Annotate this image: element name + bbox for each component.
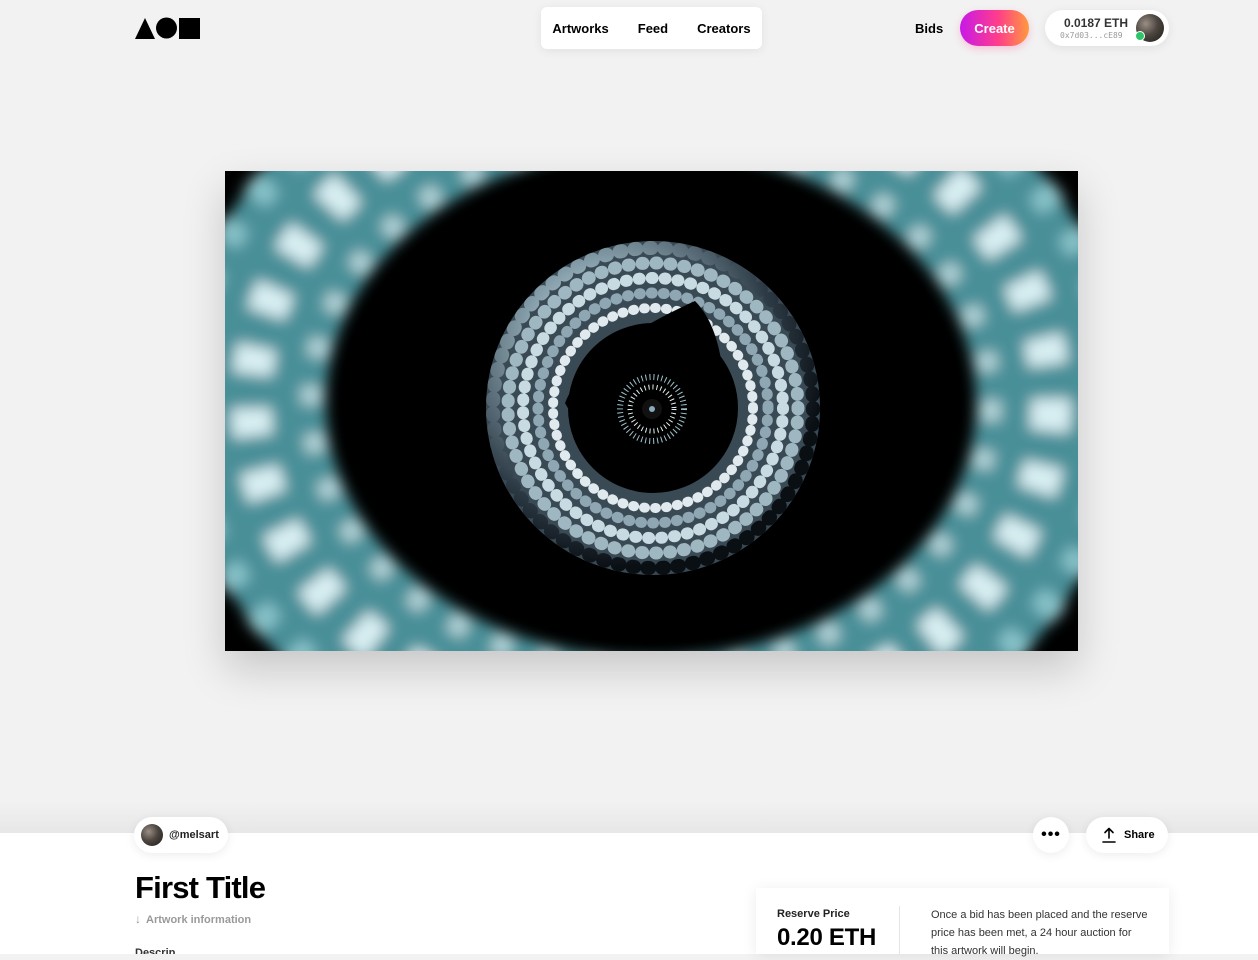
logo-circle — [156, 17, 177, 39]
artwork-info-link[interactable]: ↓ Artwork information — [135, 912, 251, 926]
share-button[interactable]: Share — [1086, 817, 1168, 853]
creator-handle: @melsart — [169, 829, 219, 841]
bids-link[interactable]: Bids — [915, 21, 943, 36]
auction-note: Once a bid has been placed and the reser… — [931, 909, 1148, 957]
nav-creators[interactable]: Creators — [697, 21, 750, 36]
nav-feed[interactable]: Feed — [638, 21, 668, 36]
card-divider — [899, 906, 900, 954]
creator-avatar — [141, 824, 163, 846]
more-dots-icon: ••• — [1041, 826, 1061, 843]
reserve-price-value: 0.20 ETH — [777, 924, 876, 951]
logo[interactable] — [135, 17, 201, 39]
main-nav: Artworks Feed Creators — [541, 7, 762, 49]
wallet-balance: 0.0187 ETH — [1064, 16, 1129, 30]
wallet-address: 0x7d03...cE89 — [1060, 31, 1123, 40]
nav-artworks[interactable]: Artworks — [552, 21, 608, 36]
create-button[interactable]: Create — [960, 10, 1029, 46]
artwork-info-label: Artwork information — [146, 914, 252, 926]
share-label: Share — [1124, 829, 1155, 841]
logo-triangle — [135, 18, 155, 39]
arrow-down-icon: ↓ — [135, 912, 141, 926]
reserve-price-label: Reserve Price — [777, 908, 850, 920]
reserve-price-card: Reserve Price 0.20 ETH Once a bid has be… — [756, 888, 1169, 957]
share-icon — [1102, 827, 1116, 843]
description-heading: Description — [135, 947, 175, 954]
wallet-button[interactable]: 0.0187 ETH 0x7d03...cE89 — [1045, 10, 1169, 46]
more-options-button[interactable]: ••• — [1033, 817, 1069, 853]
logo-square — [179, 18, 200, 39]
artwork-title: First Title — [135, 870, 266, 905]
artwork-image[interactable] — [225, 171, 1078, 651]
online-status-dot — [1135, 31, 1145, 41]
creator-chip[interactable]: @melsart — [134, 817, 228, 853]
